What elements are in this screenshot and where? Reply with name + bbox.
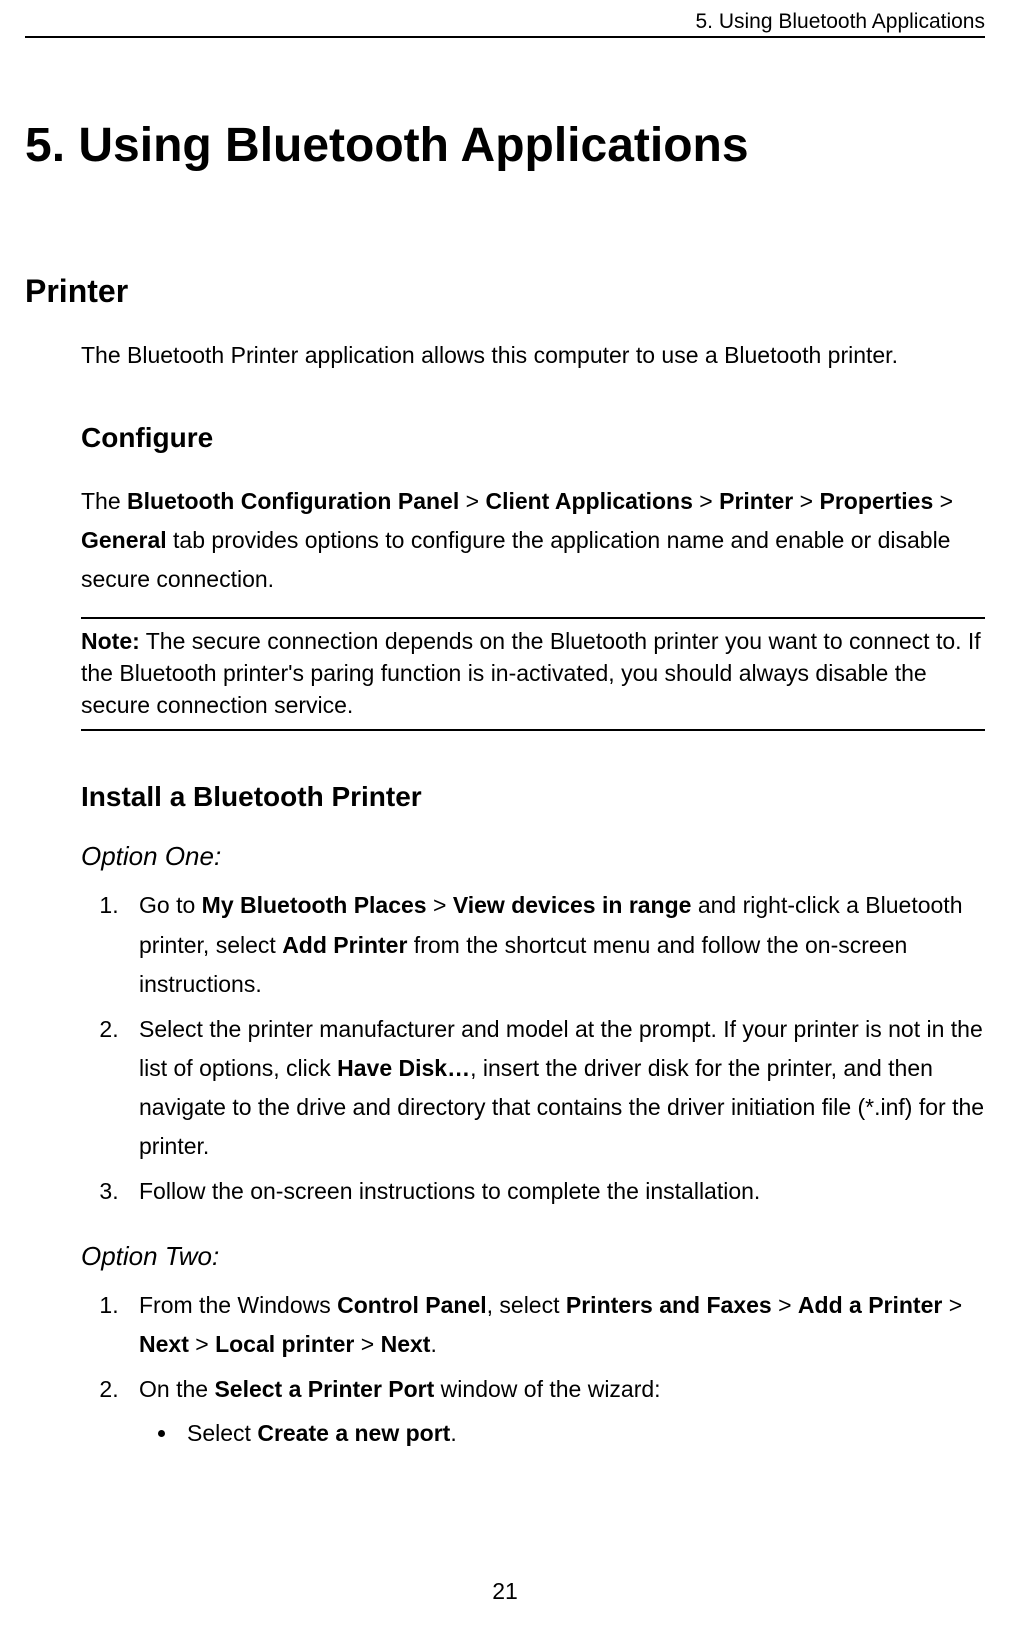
text: . <box>430 1331 436 1357</box>
bold-text: Add Printer <box>282 932 407 958</box>
option-two-heading: Option Two: <box>81 1241 985 1272</box>
bold-text: Printers and Faxes <box>566 1292 772 1318</box>
running-head: 5. Using Bluetooth Applications <box>25 0 985 38</box>
list-item: On the Select a Printer Port window of t… <box>125 1370 985 1452</box>
bold-text: Next <box>139 1331 189 1357</box>
bold-text: Local printer <box>215 1331 354 1357</box>
bold-text: My Bluetooth Places <box>202 892 427 918</box>
text: > <box>459 488 485 514</box>
text: Follow the on-screen instructions to com… <box>139 1178 760 1204</box>
bold-text: Select a Printer Port <box>214 1376 434 1402</box>
note-text: The secure connection depends on the Blu… <box>81 628 981 718</box>
bold-text: Next <box>381 1331 431 1357</box>
option-one-heading: Option One: <box>81 841 985 872</box>
configure-paragraph: The Bluetooth Configuration Panel > Clie… <box>81 482 985 599</box>
chapter-title: 5. Using Bluetooth Applications <box>25 118 985 173</box>
text: > <box>693 488 719 514</box>
bold-text: Have Disk… <box>337 1055 470 1081</box>
text: > <box>933 488 953 514</box>
printer-intro-paragraph: The Bluetooth Printer application allows… <box>81 338 985 374</box>
bold-text: General <box>81 527 167 553</box>
text: Select <box>187 1420 257 1446</box>
text: > <box>793 488 819 514</box>
note-box: Note: The secure connection depends on t… <box>81 617 985 732</box>
note-label: Note: <box>81 628 140 654</box>
bold-text: Printer <box>719 488 793 514</box>
text: > <box>942 1292 962 1318</box>
list-item: From the Windows Control Panel, select P… <box>125 1286 985 1364</box>
list-item: Select Create a new port. <box>179 1414 985 1453</box>
subsection-heading-configure: Configure <box>81 422 985 454</box>
bold-text: Properties <box>819 488 933 514</box>
text: > <box>189 1331 215 1357</box>
document-page: 5. Using Bluetooth Applications 5. Using… <box>0 0 1010 1625</box>
sub-bullets: Select Create a new port. <box>139 1414 985 1453</box>
text: > <box>427 892 453 918</box>
bold-text: Client Applications <box>485 488 692 514</box>
list-item: Go to My Bluetooth Places > View devices… <box>125 886 985 1003</box>
text: , select <box>487 1292 566 1318</box>
text: The <box>81 488 127 514</box>
bold-text: Create a new port <box>257 1420 450 1446</box>
list-item: Follow the on-screen instructions to com… <box>125 1172 985 1211</box>
text: > <box>354 1331 380 1357</box>
text: window of the wizard: <box>434 1376 660 1402</box>
text: Go to <box>139 892 202 918</box>
text: On the <box>139 1376 214 1402</box>
list-item: Select the printer manufacturer and mode… <box>125 1010 985 1166</box>
option-one-steps: Go to My Bluetooth Places > View devices… <box>81 886 985 1211</box>
text: From the Windows <box>139 1292 337 1318</box>
subsection-heading-install: Install a Bluetooth Printer <box>81 781 985 813</box>
text: . <box>450 1420 456 1446</box>
text: tab provides options to configure the ap… <box>81 527 950 592</box>
option-two-steps: From the Windows Control Panel, select P… <box>81 1286 985 1452</box>
bold-text: Bluetooth Configuration Panel <box>127 488 459 514</box>
bold-text: Control Panel <box>337 1292 487 1318</box>
bold-text: View devices in range <box>453 892 692 918</box>
bold-text: Add a Printer <box>798 1292 942 1318</box>
page-number: 21 <box>0 1578 1010 1605</box>
section-heading-printer: Printer <box>25 273 985 310</box>
text: > <box>772 1292 798 1318</box>
